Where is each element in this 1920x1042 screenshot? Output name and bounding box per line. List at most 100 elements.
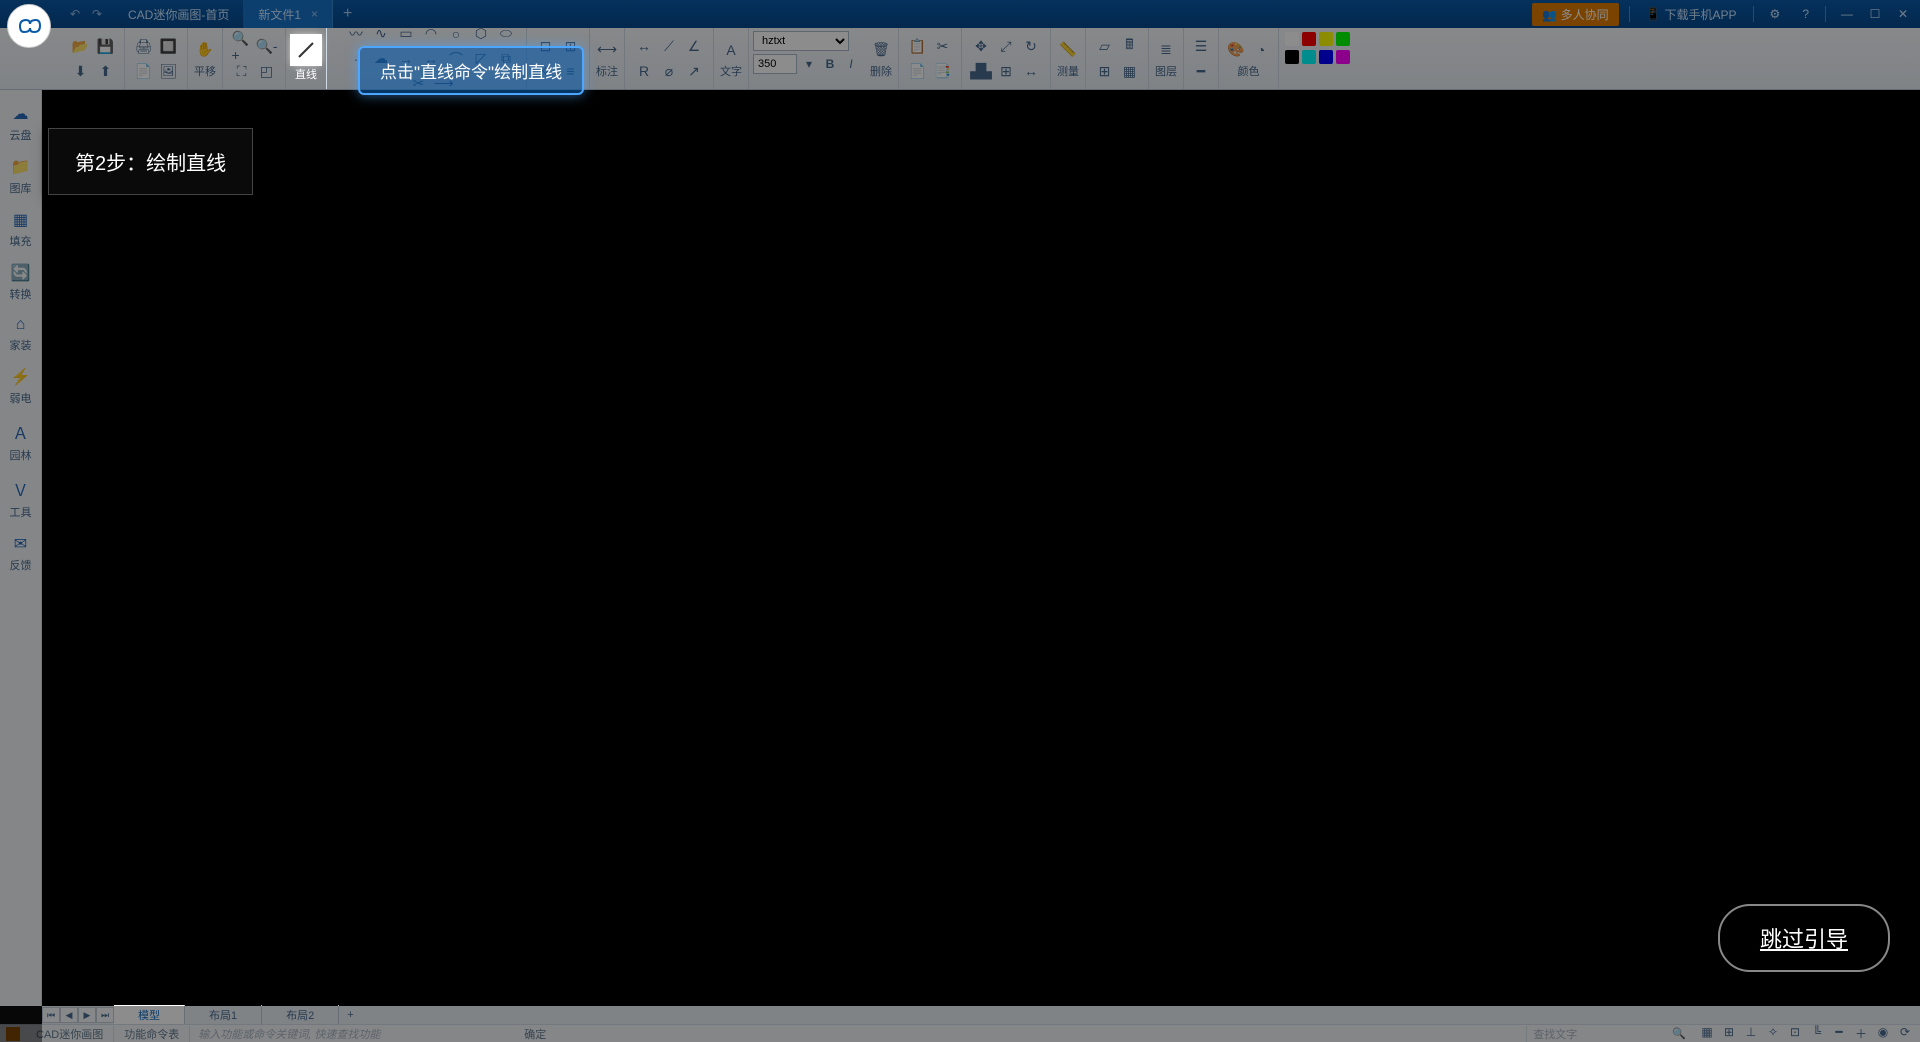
image-icon[interactable]: 🖼 [158,60,180,82]
color-black[interactable] [1285,50,1299,64]
pan-icon[interactable]: ✋ [194,39,216,61]
sidebar-hatch[interactable]: ▦填充 [0,204,41,255]
paste-special-icon[interactable]: 📑 [932,60,954,82]
tab-newfile[interactable]: 新文件1 × [244,0,333,28]
rect-icon[interactable]: ▭ [395,23,417,45]
maximize-button[interactable]: ☐ [1864,7,1886,21]
grid-toggle-icon[interactable]: ▦ [1698,1025,1716,1042]
grid-icon[interactable]: ▦ [1119,60,1141,82]
zoom-out-icon[interactable]: 🔍- [256,35,278,57]
spline-icon[interactable]: ∿ [370,23,392,45]
cycle-toggle-icon[interactable]: ⟳ [1896,1025,1914,1042]
search-icon[interactable]: 🔍 [1666,1027,1692,1040]
color-magenta[interactable] [1336,50,1350,64]
zoom-extents-icon[interactable]: ⛶ [231,60,253,82]
color-cyan[interactable] [1302,50,1316,64]
tab-home[interactable]: CAD迷你画图-首页 [114,0,244,28]
sidebar-home-decor[interactable]: ⌂家装 [0,310,41,359]
command-input[interactable]: 输入功能或命令关键词, 快速查找功能 [190,1026,510,1042]
close-button[interactable]: ✕ [1892,7,1914,21]
font-name-select[interactable]: hztxt [753,31,849,51]
osnap-toggle-icon[interactable]: ⊡ [1786,1025,1804,1042]
download-app-button[interactable]: 📱 下载手机APP [1640,6,1743,23]
linetype-icon[interactable]: ☰ [1190,35,1212,57]
app-logo[interactable] [0,0,58,28]
redo-icon[interactable]: ↷ [88,7,106,21]
close-icon[interactable]: × [311,7,318,21]
sidebar-library[interactable]: 📁图库 [0,151,41,202]
delete-icon[interactable]: 🗑 [870,39,892,61]
ortho-toggle-icon[interactable]: ⊥ [1742,1025,1760,1042]
paste-icon[interactable]: 📄 [907,60,929,82]
copy-icon[interactable]: 📋 [907,35,929,57]
dim-angular-icon[interactable]: ∠ [683,35,705,57]
rotate-icon[interactable]: ↻ [1020,35,1042,57]
dim-aligned-icon[interactable]: ⟋ [658,35,680,57]
color-wheel-icon[interactable]: 🎨 [1225,39,1247,61]
preview-icon[interactable]: 🔲 [158,35,180,57]
dyn-toggle-icon[interactable]: ◉ [1874,1025,1892,1042]
tab-next-button[interactable]: ▶ [78,1007,96,1023]
tab-last-button[interactable]: ⏭ [96,1007,114,1023]
italic-button[interactable]: I [842,57,860,71]
tab-layout1[interactable]: 布局1 [185,1005,262,1025]
move-icon[interactable]: ✥ [970,35,992,57]
color-yellow[interactable] [1319,32,1333,46]
add-toggle-icon[interactable]: ＋ [1852,1025,1870,1042]
lwt-toggle-icon[interactable]: ━ [1830,1025,1848,1042]
tab-layout2[interactable]: 布局2 [262,1005,339,1025]
color-green[interactable] [1336,32,1350,46]
help-button[interactable]: ? [1796,7,1815,21]
cut-icon[interactable]: ✂ [932,35,954,57]
layer-icon[interactable]: ≣ [1155,39,1177,61]
sidebar-convert[interactable]: 🔄转换 [0,257,41,308]
calc-icon[interactable]: 🖩 [1119,35,1141,57]
measure-icon[interactable]: 📏 [1057,39,1079,61]
zoom-in-icon[interactable]: 🔍+ [231,35,253,57]
dim-linear-icon[interactable]: ↔ [633,35,655,57]
sidebar-cloud[interactable]: ☁云盘 [0,98,41,149]
tab-first-button[interactable]: ⏮ [42,1007,60,1023]
tab-prev-button[interactable]: ◀ [60,1007,78,1023]
text-icon[interactable]: A [720,39,742,61]
collab-button[interactable]: 👥 多人协同 [1532,3,1618,26]
otrack-toggle-icon[interactable]: ╚ [1808,1025,1826,1042]
minimize-button[interactable]: — [1836,7,1858,21]
sidebar-garden[interactable]: Ａ园林 [0,414,41,469]
polygon-icon[interactable]: ⬡ [470,23,492,45]
dim-leader-icon[interactable]: ↗ [683,60,705,82]
sidebar-electrical[interactable]: ⚡弱电 [0,361,41,412]
search-text-input[interactable]: 查找文字 [1526,1026,1666,1042]
color-red[interactable] [1302,32,1316,46]
open-icon[interactable]: 📂 [70,35,92,57]
sidebar-feedback[interactable]: ✉反馈 [0,528,41,579]
skip-tutorial-button[interactable]: 跳过引导 [1718,904,1890,972]
stretch-icon[interactable]: ↔ [1020,60,1042,82]
bold-button[interactable]: B [821,57,839,71]
zoom-window-icon[interactable]: ◰ [256,60,278,82]
area-icon[interactable]: ▱ [1094,35,1116,57]
add-layout-button[interactable]: + [339,1009,361,1021]
tab-model[interactable]: 模型 [114,1005,185,1025]
import-icon[interactable]: ⬇ [70,60,92,82]
dimension-icon[interactable]: ⟷ [596,39,618,61]
snap-toggle-icon[interactable]: ⊞ [1720,1025,1738,1042]
polyline-icon[interactable]: 〰 [345,23,367,45]
arc-icon[interactable]: ◠ [420,23,442,45]
ellipse-icon[interactable]: ⬭ [495,23,517,45]
color-dropper-icon[interactable]: ◔ [1250,39,1272,61]
color-blue[interactable] [1319,50,1333,64]
dim-radius-icon[interactable]: R [633,60,655,82]
sidebar-tools[interactable]: Ｖ工具 [0,471,41,526]
line-tool-icon[interactable] [292,36,320,64]
save-icon[interactable]: 💾 [95,35,117,57]
font-size-input[interactable] [753,54,797,74]
settings-button[interactable]: ⚙ [1764,7,1787,21]
font-size-dropdown-icon[interactable]: ▾ [800,57,818,71]
export-icon[interactable]: ⬆ [95,60,117,82]
drawing-canvas[interactable] [42,90,1920,1006]
table-icon[interactable]: ⊞ [1094,60,1116,82]
mirror-icon[interactable]: ▟▙ [970,60,992,82]
undo-icon[interactable]: ↶ [66,7,84,21]
pdf-icon[interactable]: 📄 [133,60,155,82]
